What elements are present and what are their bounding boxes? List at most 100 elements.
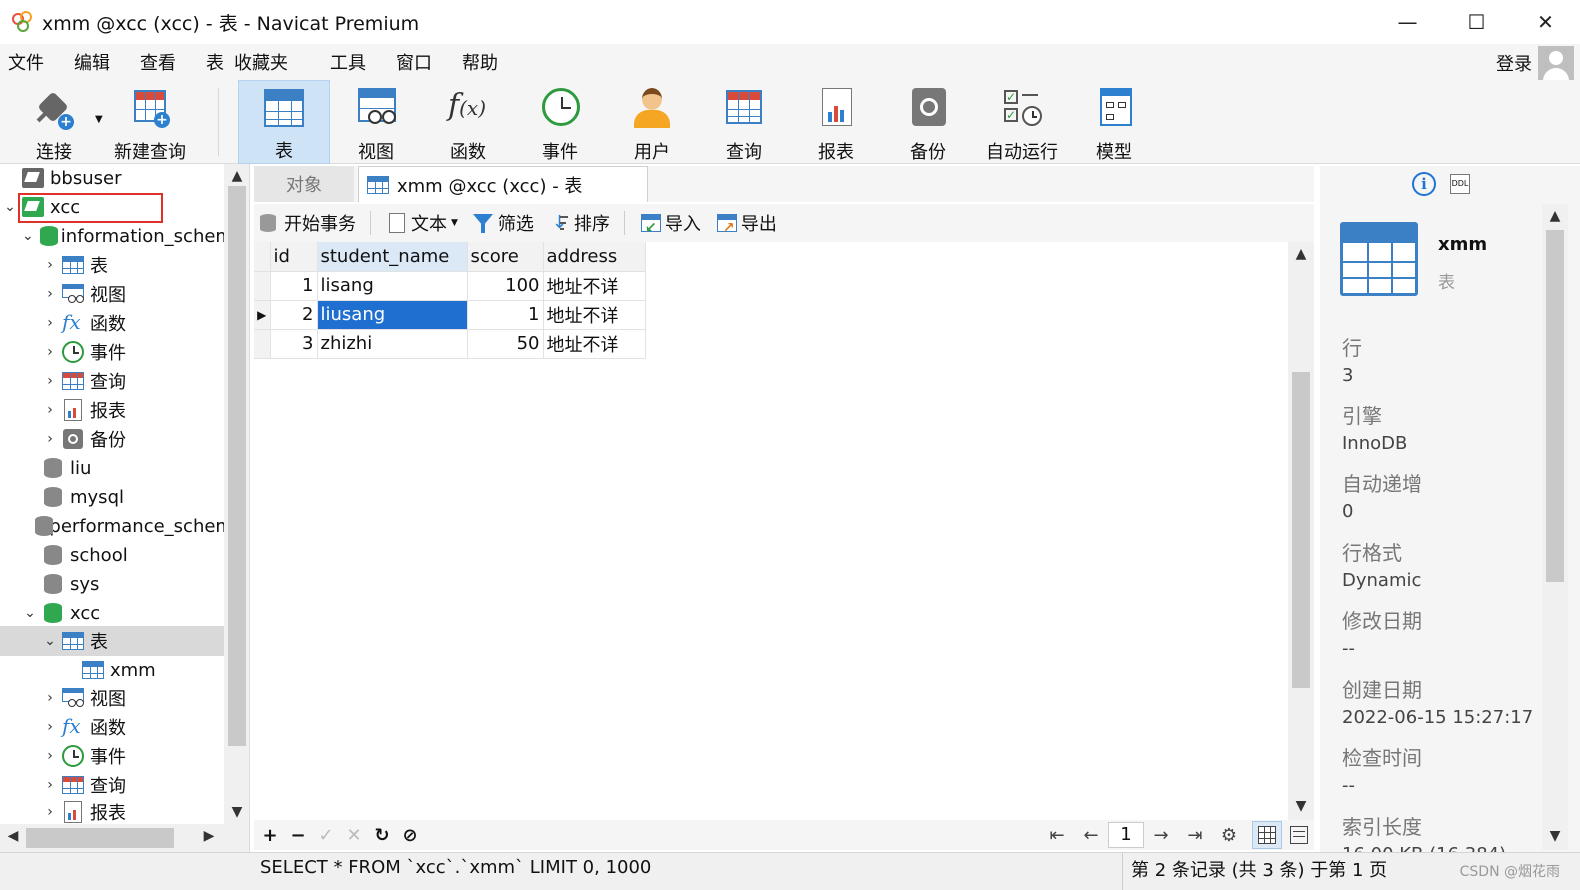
chevron-right-icon[interactable]: ›: [40, 257, 60, 273]
cell-id[interactable]: 2: [270, 300, 318, 330]
settings-gear-icon[interactable]: ⚙: [1212, 825, 1246, 846]
chevron-right-icon[interactable]: ›: [40, 777, 60, 793]
scroll-thumb[interactable]: [1292, 372, 1310, 688]
chevron-right-icon[interactable]: ›: [40, 748, 60, 764]
scroll-thumb[interactable]: [228, 186, 246, 746]
chevron-down-icon[interactable]: ⌄: [20, 605, 40, 621]
table-button[interactable]: 表: [238, 80, 330, 164]
tree-item-functions[interactable]: › fx 函数: [40, 309, 249, 337]
scroll-up-icon[interactable]: ▲: [224, 168, 249, 184]
cell-student-name-selected[interactable]: liusang: [317, 300, 468, 330]
scroll-thumb[interactable]: [1546, 230, 1564, 582]
menu-help[interactable]: 帮助: [462, 49, 498, 75]
cell-address[interactable]: 地址不详: [543, 271, 646, 301]
scroll-up-icon[interactable]: ▲: [1288, 246, 1314, 262]
chevron-right-icon[interactable]: ›: [40, 690, 60, 706]
menu-file[interactable]: 文件: [8, 49, 44, 75]
page-number-field[interactable]: 1: [1108, 822, 1144, 848]
tree-item-functions-xcc[interactable]: › fx 函数: [40, 713, 249, 741]
tab-xmm-table[interactable]: xmm @xcc (xcc) - 表: [358, 166, 648, 202]
tree-item-tables[interactable]: › 表: [40, 251, 249, 279]
tree-horizontal-scrollbar[interactable]: ◀ ▶: [0, 824, 249, 852]
column-header-student-name[interactable]: student_name: [317, 242, 468, 272]
chevron-right-icon[interactable]: ›: [40, 344, 60, 360]
close-button[interactable]: ✕: [1511, 0, 1580, 44]
cell-student-name[interactable]: lisang: [317, 271, 468, 301]
maximize-button[interactable]: ☐: [1442, 0, 1511, 44]
view-button[interactable]: 视图: [332, 80, 420, 164]
import-button[interactable]: ↙ 导入: [639, 210, 701, 236]
tree-table-xmm[interactable]: xmm: [60, 656, 249, 684]
column-header-address[interactable]: address: [543, 242, 646, 272]
scroll-up-icon[interactable]: ▲: [1542, 208, 1568, 224]
export-button[interactable]: ↗ 导出: [715, 210, 777, 236]
minimize-button[interactable]: —: [1373, 0, 1442, 44]
chevron-right-icon[interactable]: ›: [40, 804, 60, 820]
refresh-icon[interactable]: ↻: [368, 825, 396, 846]
first-page-icon[interactable]: ⇤: [1040, 825, 1074, 846]
grid-vertical-scrollbar[interactable]: ▲ ▼: [1288, 242, 1314, 820]
form-view-icon[interactable]: [1284, 821, 1314, 849]
delete-record-icon[interactable]: −: [284, 825, 312, 846]
text-button[interactable]: 文本 ▼: [385, 210, 458, 236]
model-button[interactable]: 模型: [1070, 80, 1158, 164]
tree-connection-bbsuser[interactable]: bbsuser: [0, 164, 224, 192]
query-button[interactable]: 查询: [700, 80, 788, 164]
chevron-down-icon[interactable]: ⌄: [20, 228, 36, 244]
cell-address[interactable]: 地址不详: [543, 329, 646, 359]
info-panel-scrollbar[interactable]: ▲ ▼: [1542, 204, 1568, 850]
chevron-right-icon[interactable]: ›: [40, 373, 60, 389]
menu-view[interactable]: 查看: [140, 49, 176, 75]
tree-db-mysql[interactable]: mysql: [20, 483, 244, 511]
apply-changes-icon[interactable]: ✓: [312, 825, 340, 846]
tree-item-tables-selected[interactable]: ⌄ 表: [0, 626, 224, 656]
table-row[interactable]: 3 zhizhi 50 地址不详: [254, 329, 646, 359]
menu-table[interactable]: 表: [206, 49, 224, 75]
connect-button[interactable]: + 连接: [14, 80, 94, 164]
chevron-right-icon[interactable]: ›: [40, 286, 60, 302]
next-page-icon[interactable]: →: [1144, 825, 1178, 846]
report-button[interactable]: 报表: [792, 80, 880, 164]
last-page-icon[interactable]: ⇥: [1178, 825, 1212, 846]
chevron-down-icon[interactable]: ⌄: [40, 633, 60, 649]
row-indicator[interactable]: [254, 329, 271, 359]
ddl-icon[interactable]: DDL: [1450, 174, 1470, 194]
tree-item-views[interactable]: › 视图: [40, 280, 249, 308]
previous-page-icon[interactable]: ←: [1074, 825, 1108, 846]
menu-window[interactable]: 窗口: [396, 49, 432, 75]
new-query-button[interactable]: + 新建查询: [110, 80, 190, 164]
chevron-down-icon[interactable]: ⌄: [0, 199, 20, 215]
tree-item-reports[interactable]: › 报表: [40, 396, 249, 424]
connect-dropdown-icon[interactable]: ▼: [95, 114, 103, 125]
tree-vertical-scrollbar[interactable]: ▲ ▼: [224, 164, 249, 824]
scroll-down-icon[interactable]: ▼: [1288, 798, 1314, 814]
tab-objects[interactable]: 对象: [254, 166, 354, 202]
menu-favorites[interactable]: 收藏夹: [234, 49, 288, 75]
login-link[interactable]: 登录: [1496, 50, 1532, 76]
scroll-left-icon[interactable]: ◀: [0, 828, 26, 844]
tree-db-information-schema[interactable]: ⌄ information_schema: [20, 222, 244, 250]
cell-student-name[interactable]: zhizhi: [317, 329, 468, 359]
cell-id[interactable]: 1: [270, 271, 318, 301]
row-indicator[interactable]: [254, 271, 271, 301]
column-header-score[interactable]: score: [467, 242, 544, 272]
scroll-thumb[interactable]: [26, 828, 174, 848]
event-button[interactable]: 事件: [516, 80, 604, 164]
scroll-down-icon[interactable]: ▼: [1542, 828, 1568, 844]
info-icon[interactable]: i: [1412, 172, 1436, 196]
tree-item-views-xcc[interactable]: › 视图: [40, 684, 249, 712]
menu-edit[interactable]: 编辑: [74, 49, 110, 75]
tree-item-queries[interactable]: › 查询: [40, 367, 249, 395]
filter-button[interactable]: 筛选: [472, 210, 534, 236]
tree-db-performance-schema[interactable]: performance_schema: [20, 512, 244, 540]
column-header-id[interactable]: id: [270, 242, 318, 272]
tree-db-xcc[interactable]: ⌄ xcc: [20, 599, 244, 627]
chevron-right-icon[interactable]: ›: [40, 315, 60, 331]
tree-item-events-xcc[interactable]: › 事件: [40, 742, 249, 770]
tree-item-backups[interactable]: › 备份: [40, 425, 249, 453]
cell-score[interactable]: 50: [467, 329, 544, 359]
grid-view-icon[interactable]: [1252, 821, 1282, 849]
tree-item-events[interactable]: › 事件: [40, 338, 249, 366]
table-row[interactable]: 1 lisang 100 地址不详: [254, 271, 646, 301]
chevron-right-icon[interactable]: ›: [40, 719, 60, 735]
